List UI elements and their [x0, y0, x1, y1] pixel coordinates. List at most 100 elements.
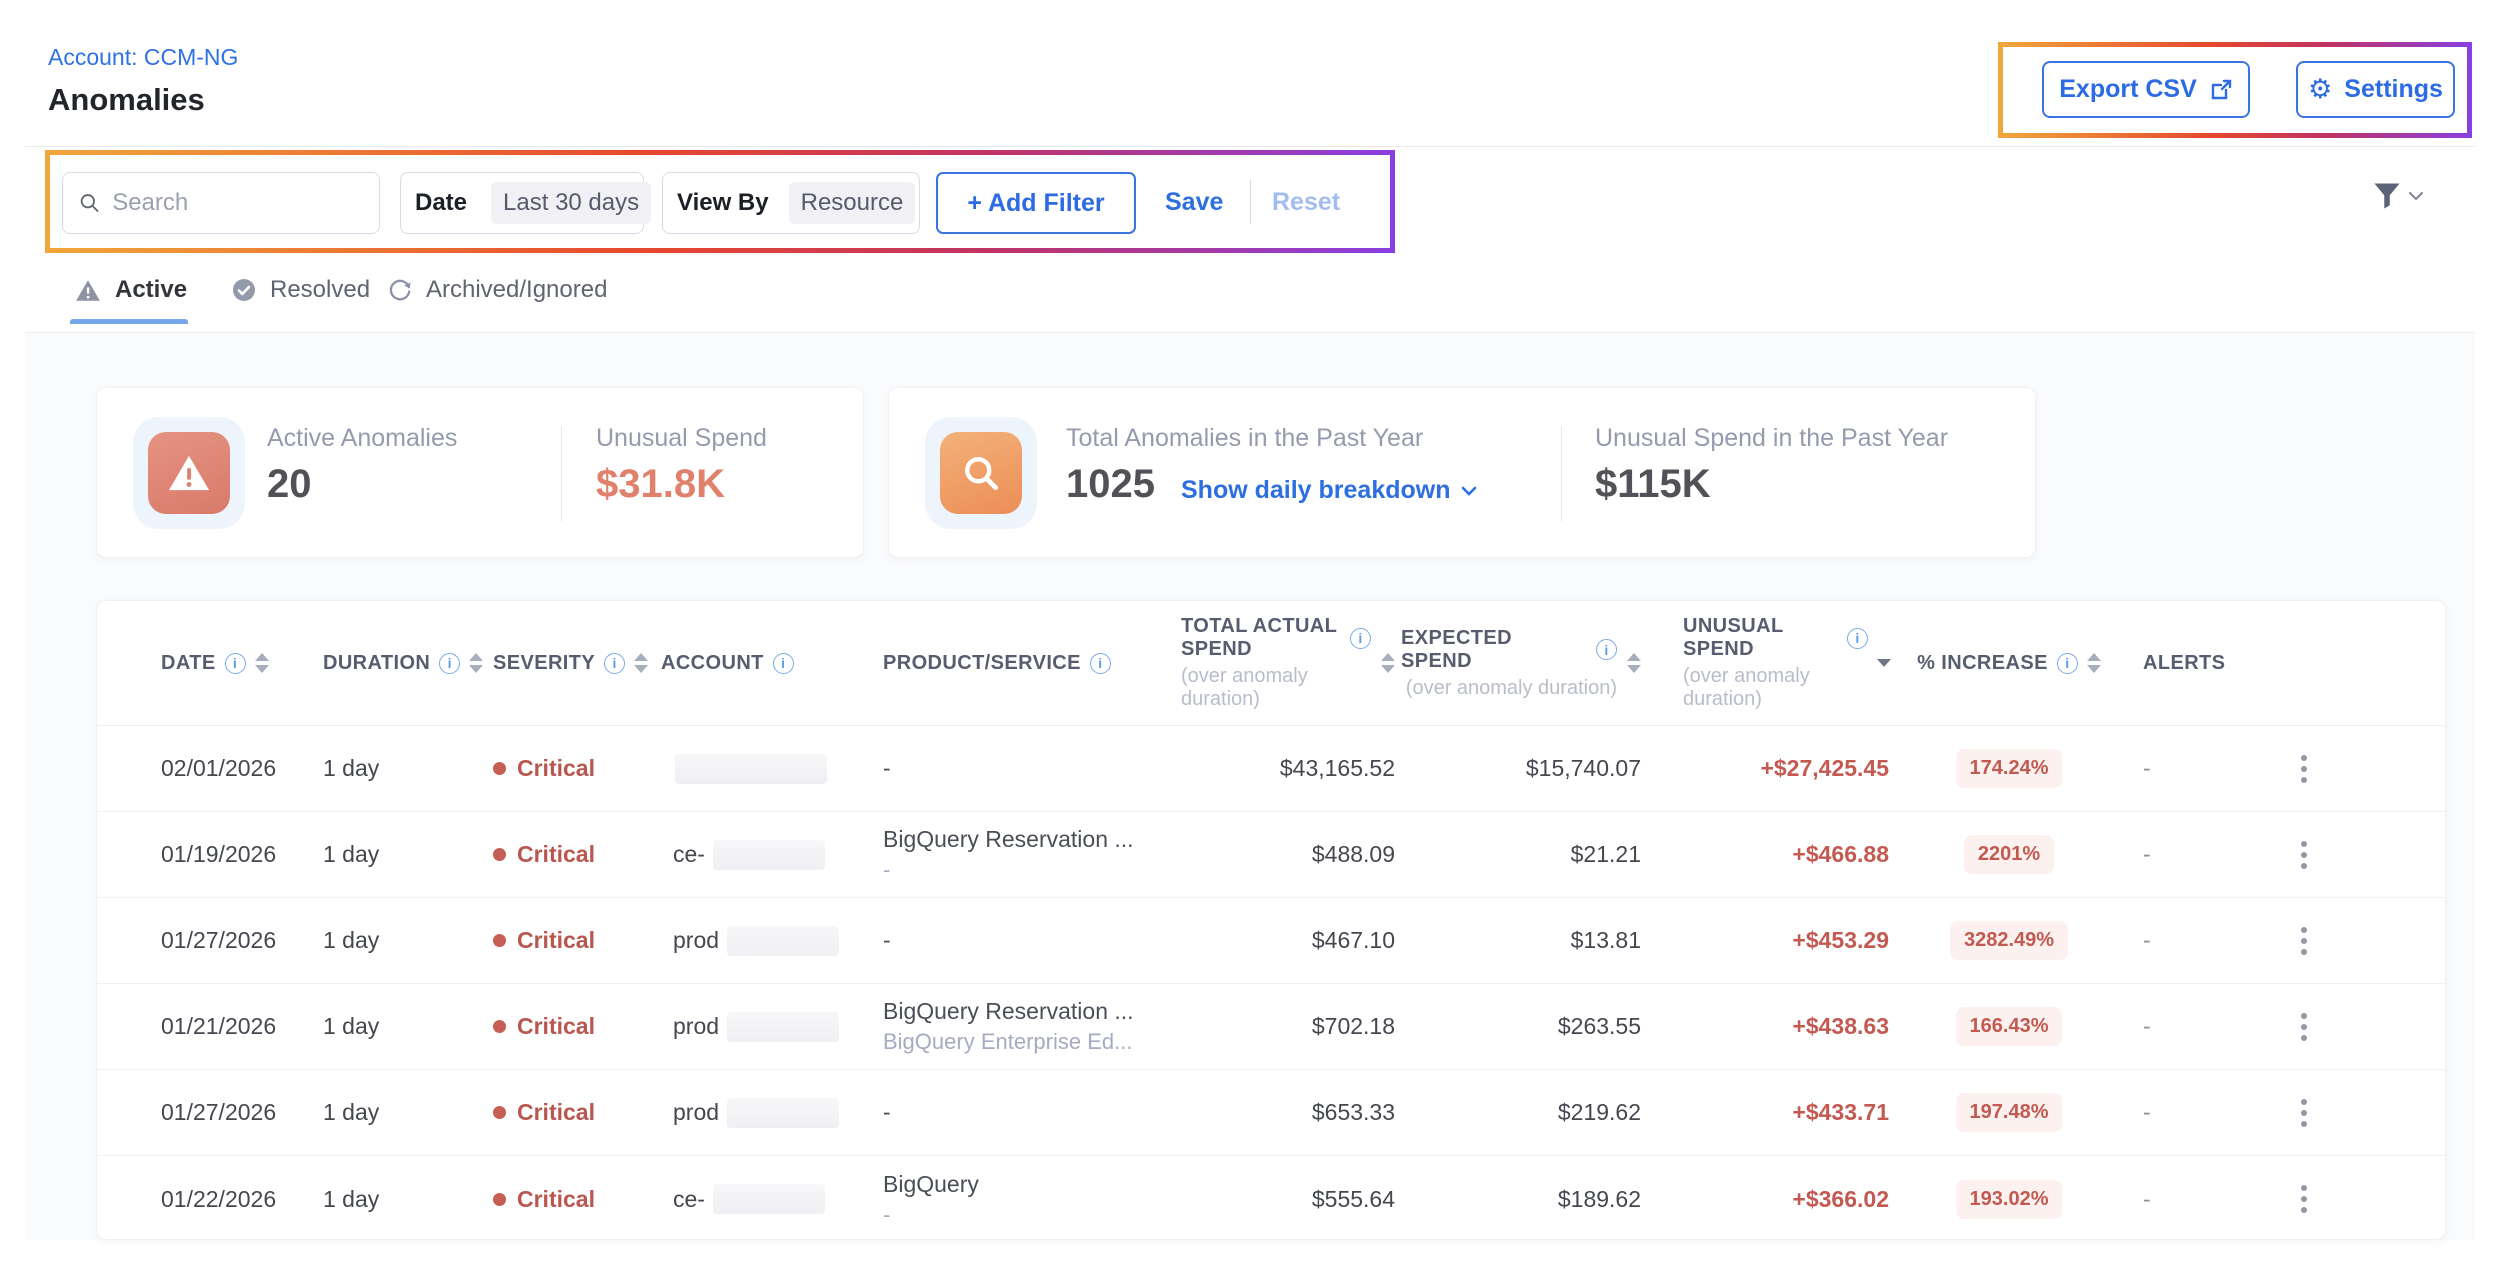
sort-icon[interactable] [1627, 653, 1641, 673]
kebab-menu-icon[interactable] [2295, 921, 2313, 961]
severity-dot-icon [493, 1020, 506, 1033]
cell-product: - [817, 927, 1181, 954]
col-header-account[interactable]: ACCOUNT i [595, 652, 817, 675]
table-row[interactable]: 01/22/2026 1 day Critical aws [97, 1156, 2445, 1240]
divider [1561, 426, 1562, 522]
save-filter-link[interactable]: Save [1165, 188, 1223, 217]
kebab-menu-icon[interactable] [2295, 749, 2313, 789]
col-header-severity[interactable]: SEVERITY i [427, 652, 595, 675]
breakdown-link-label: Show daily breakdown [1181, 476, 1451, 505]
severity-label: Critical [517, 1186, 595, 1213]
page-title: Anomalies [48, 82, 205, 118]
cell-expected-spend: $13.81 [1401, 927, 1649, 954]
tab-archived[interactable]: Archived/Ignored [388, 276, 607, 304]
cell-unusual-spend: +$27,425.45 [1649, 755, 1897, 782]
info-icon[interactable]: i [225, 653, 246, 674]
tab-active-label: Active [115, 276, 187, 304]
table-row[interactable]: 01/27/2026 1 day Critical aws [97, 898, 2445, 984]
add-filter-button[interactable]: + Add Filter [936, 172, 1136, 234]
tab-active[interactable]: Active [75, 276, 187, 304]
kebab-menu-icon[interactable] [2295, 835, 2313, 875]
cell-actual-spend: $43,165.52 [1181, 755, 1401, 782]
cell-increase: 197.48% [1897, 1093, 2121, 1132]
cell-product: BigQuery Reservation ... - [817, 826, 1181, 883]
cell-unusual-spend: +$438.63 [1649, 1013, 1897, 1040]
sort-icon-descending[interactable] [1877, 659, 1891, 667]
filter-panel-toggle[interactable] [2372, 182, 2424, 210]
table-header-row: DATE i DURATION i SEVERITY i ACCOUNT i P… [97, 601, 2445, 726]
col-header-unusual-spend[interactable]: UNUSUAL SPEND i (over anomaly duration) [1649, 615, 1897, 711]
breadcrumb[interactable]: Account: CCM-NG [48, 44, 238, 71]
anomaly-search-icon [940, 432, 1022, 514]
col-label: SEVERITY [493, 652, 595, 675]
cell-alerts: - [2121, 841, 2261, 868]
active-tab-underline [70, 319, 188, 324]
unusual-spend-value: $31.8K [596, 462, 725, 507]
cell-menu [2261, 921, 2347, 961]
check-circle-icon [232, 278, 256, 302]
tab-archived-label: Archived/Ignored [426, 276, 607, 304]
severity-label: Critical [517, 841, 595, 868]
account-redacted [675, 754, 827, 784]
table-row[interactable]: 01/19/2026 1 day Critical aws [97, 812, 2445, 898]
cell-duration: 1 day [259, 1013, 427, 1040]
col-header-duration[interactable]: DURATION i [259, 652, 427, 675]
cell-alerts: - [2121, 927, 2261, 954]
external-link-icon [2209, 78, 2233, 102]
col-header-increase[interactable]: % INCREASE i [1897, 652, 2121, 675]
table-row[interactable]: 02/01/2026 1 day Critical aws [97, 726, 2445, 812]
table-row[interactable]: 01/27/2026 1 day Critical aws [97, 1070, 2445, 1156]
search-input[interactable] [112, 189, 363, 217]
severity-label: Critical [517, 1013, 595, 1040]
col-header-date[interactable]: DATE i [97, 652, 259, 675]
col-header-expected-spend[interactable]: EXPECTED SPEND i (over anomaly duration) [1401, 627, 1649, 700]
settings-button[interactable]: ⚙ Settings [2296, 61, 2455, 118]
cell-menu [2261, 1179, 2347, 1219]
date-filter[interactable]: Date Last 30 days [400, 172, 644, 234]
past-year-spend-label: Unusual Spend in the Past Year [1595, 424, 1948, 453]
severity-dot-icon [493, 1193, 506, 1206]
account-redacted [713, 840, 825, 870]
cell-expected-spend: $21.21 [1401, 841, 1649, 868]
search-box[interactable] [62, 172, 380, 234]
col-header-actual-spend[interactable]: TOTAL ACTUAL SPEND i (over anomaly durat… [1181, 615, 1401, 711]
cell-alerts: - [2121, 1013, 2261, 1040]
table-row[interactable]: 01/21/2026 1 day Critical aws [97, 984, 2445, 1070]
cell-account: aws prod [595, 1098, 817, 1128]
past-year-spend-value: $115K [1595, 462, 1711, 507]
cell-menu [2261, 749, 2347, 789]
sort-icon[interactable] [2087, 653, 2101, 673]
col-header-product[interactable]: PRODUCT/SERVICE i [817, 652, 1181, 675]
kebab-menu-icon[interactable] [2295, 1179, 2313, 1219]
funnel-icon [2372, 182, 2402, 210]
cell-date: 01/19/2026 [97, 841, 259, 868]
product-line1: BigQuery [883, 1171, 979, 1198]
col-sublabel: (over anomaly duration) [1683, 665, 1868, 711]
card-icon-halo [133, 417, 245, 529]
cell-account: aws ce- [595, 840, 817, 870]
view-by-dropdown[interactable]: View By Resource [662, 172, 920, 234]
info-icon[interactable]: i [1350, 628, 1371, 649]
cell-severity: Critical [427, 755, 595, 782]
reset-filter-link[interactable]: Reset [1272, 188, 1340, 217]
summary-card-past-year: Total Anomalies in the Past Year 1025 Sh… [888, 387, 2036, 558]
info-icon[interactable]: i [773, 653, 794, 674]
date-filter-label: Date [415, 189, 467, 217]
product-line1: - [883, 755, 891, 782]
info-icon[interactable]: i [1596, 639, 1617, 660]
sort-icon[interactable] [1381, 653, 1395, 673]
info-icon[interactable]: i [1090, 653, 1111, 674]
kebab-menu-icon[interactable] [2295, 1007, 2313, 1047]
cell-increase: 2201% [1897, 835, 2121, 874]
cell-actual-spend: $653.33 [1181, 1099, 1401, 1126]
tab-resolved[interactable]: Resolved [232, 276, 370, 304]
info-icon[interactable]: i [2057, 653, 2078, 674]
info-icon[interactable]: i [1847, 628, 1868, 649]
active-anomalies-value: 20 [267, 462, 312, 507]
show-daily-breakdown-link[interactable]: Show daily breakdown [1181, 476, 1477, 505]
col-label: % INCREASE [1917, 652, 2048, 675]
severity-label: Critical [517, 1099, 595, 1126]
export-csv-button[interactable]: Export CSV [2042, 61, 2250, 118]
kebab-menu-icon[interactable] [2295, 1093, 2313, 1133]
cell-menu [2261, 835, 2347, 875]
